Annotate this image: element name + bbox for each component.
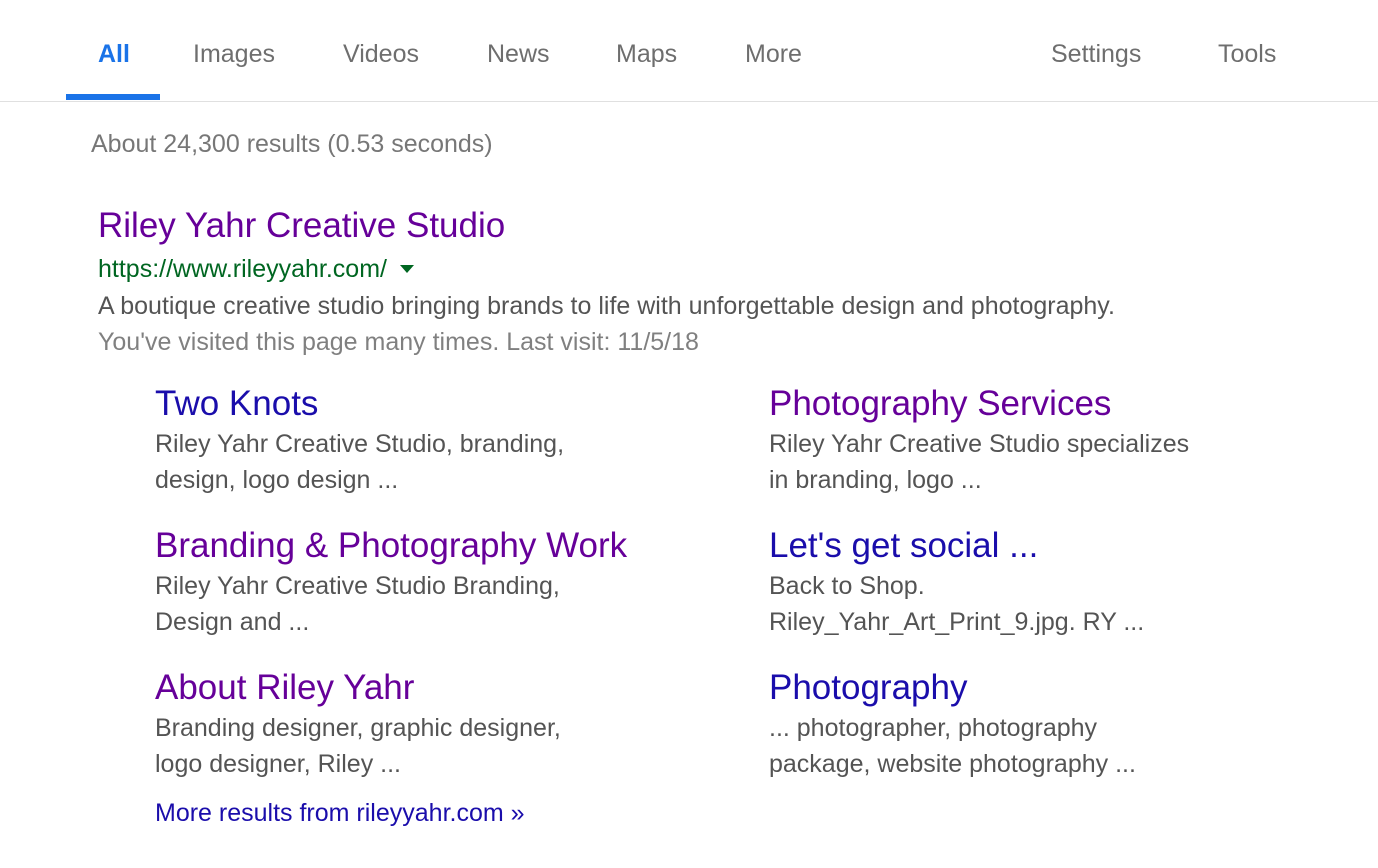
sitelink: Branding & Photography Work Riley Yahr C…	[155, 526, 627, 640]
more-results-link[interactable]: More results from rileyyahr.com »	[155, 799, 525, 828]
sitelink-description-line: Back to Shop.	[769, 572, 925, 600]
result-url: https://www.rileyyahr.com/	[98, 254, 387, 283]
sitelink-description-line: Riley Yahr Creative Studio Branding,	[155, 572, 560, 600]
dropdown-caret-icon[interactable]	[399, 265, 414, 273]
sitelink-description: Riley Yahr Creative Studio, branding, de…	[155, 426, 615, 498]
sitelink-title[interactable]: Photography	[769, 668, 1229, 708]
result-url-row: https://www.rileyyahr.com/	[98, 254, 414, 284]
sitelink-description-line: design, logo design ...	[155, 466, 399, 494]
sitelink-description-line: Riley Yahr Creative Studio specializes	[769, 430, 1190, 458]
result-stats: About 24,300 results (0.53 seconds)	[91, 130, 493, 158]
sitelink: Let's get social ... Back to Shop. Riley…	[769, 526, 1229, 640]
tab-all[interactable]: All	[98, 40, 130, 69]
sitelink-description-line: in branding, logo ...	[769, 466, 982, 494]
search-results-page: All Images Videos News Maps More Setting…	[0, 0, 1378, 868]
sitelink-description-line: Design and ...	[155, 608, 310, 636]
sitelink-description: ... photographer, photography package, w…	[769, 710, 1229, 782]
sitelink-description: Riley Yahr Creative Studio Branding, Des…	[155, 568, 615, 640]
visited-note: You've visited this page many times. Las…	[98, 328, 699, 356]
sitelink-description: Back to Shop. Riley_Yahr_Art_Print_9.jpg…	[769, 568, 1229, 640]
sitelink-description-line: Riley_Yahr_Art_Print_9.jpg. RY ...	[769, 608, 1145, 636]
sitelink-description-line: logo designer, Riley ...	[155, 750, 401, 778]
sitelink-title[interactable]: About Riley Yahr	[155, 668, 615, 708]
sitelink-title[interactable]: Branding & Photography Work	[155, 526, 627, 566]
result-title-link[interactable]: Riley Yahr Creative Studio	[98, 206, 505, 246]
tab-news[interactable]: News	[487, 40, 550, 69]
sitelink-description-line: Branding designer, graphic designer,	[155, 714, 561, 742]
sitelink-description: Riley Yahr Creative Studio specializes i…	[769, 426, 1229, 498]
tools-button[interactable]: Tools	[1218, 40, 1276, 69]
settings-button[interactable]: Settings	[1051, 40, 1141, 69]
sitelink-title[interactable]: Photography Services	[769, 384, 1229, 424]
tab-images[interactable]: Images	[193, 40, 275, 69]
active-tab-indicator	[66, 94, 160, 100]
sitelink-title[interactable]: Let's get social ...	[769, 526, 1229, 566]
tab-videos[interactable]: Videos	[343, 40, 419, 69]
sitelink-description-line: ... photographer, photography	[769, 714, 1098, 742]
sitelink: Photography ... photographer, photograph…	[769, 668, 1229, 782]
result-snippet: A boutique creative studio bringing bran…	[98, 292, 1115, 320]
sitelink-title[interactable]: Two Knots	[155, 384, 615, 424]
sitelink-description-line: Riley Yahr Creative Studio, branding,	[155, 430, 565, 458]
sitelink: About Riley Yahr Branding designer, grap…	[155, 668, 615, 782]
tab-more[interactable]: More	[745, 40, 802, 69]
sitelink-description-line: package, website photography ...	[769, 750, 1136, 778]
sitelink: Photography Services Riley Yahr Creative…	[769, 384, 1229, 498]
sitelink-description: Branding designer, graphic designer, log…	[155, 710, 615, 782]
search-nav-bar: All Images Videos News Maps More Setting…	[0, 0, 1378, 102]
sitelink: Two Knots Riley Yahr Creative Studio, br…	[155, 384, 615, 498]
tab-maps[interactable]: Maps	[616, 40, 677, 69]
